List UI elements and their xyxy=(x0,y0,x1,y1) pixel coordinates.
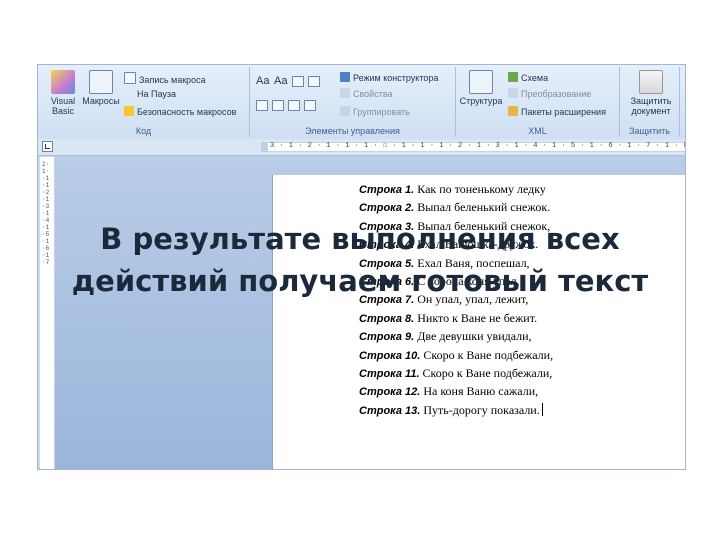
warning-icon xyxy=(124,106,134,116)
line-label: Строка 1. xyxy=(359,184,415,196)
design-mode-button[interactable]: Режим конструктора xyxy=(340,72,438,85)
line-label: Строка 12. xyxy=(359,386,421,399)
rich-text-control-button[interactable]: Aa xyxy=(256,75,269,88)
legacy-tools-icon[interactable] xyxy=(304,100,316,111)
ruler-bar: 3 · 1 · 2 · 1 · 1 · 1 · ☐ · 1 · 1 · 1 · … xyxy=(38,139,685,156)
record-macro-icon xyxy=(124,72,136,84)
expansion-packs-icon xyxy=(508,106,518,116)
vertical-ruler[interactable]: 2·1··1·1·2·1·3·1·4·1·5·1·6·1·7 xyxy=(40,157,55,469)
document-line: Строка 8. Никто к Ване не бежит. xyxy=(359,310,553,328)
document-line: Строка 11. Скоро к Ване подбежали, xyxy=(359,365,553,383)
ribbon-group-controls: Aa Aa Режим конструктора Свойства Группи… xyxy=(250,67,456,137)
line-label: Строка 8. xyxy=(359,312,415,325)
ribbon-group-code: Visual Basic Макросы Запись макроса На П… xyxy=(38,67,250,137)
line-text: Никто к Ване не бежит. xyxy=(414,310,538,325)
line-label: Строка 11. xyxy=(359,368,420,381)
properties-icon xyxy=(340,88,350,98)
group-button[interactable]: Группировать xyxy=(340,106,410,119)
text-cursor xyxy=(541,402,543,416)
visual-basic-icon xyxy=(51,70,75,94)
building-block-icon[interactable] xyxy=(308,76,320,87)
pause-icon xyxy=(124,88,134,98)
lock-icon xyxy=(639,70,663,94)
ribbon-group-xml: Структура Схема Преобразование Пакеты ра… xyxy=(456,67,620,137)
date-picker-icon[interactable] xyxy=(288,100,300,111)
line-label: Строка 13. xyxy=(359,404,421,417)
picture-control-icon[interactable] xyxy=(292,76,304,87)
structure-icon xyxy=(469,70,493,94)
line-label: Строка 10. xyxy=(359,349,421,362)
schema-icon xyxy=(508,72,518,82)
horizontal-ruler-marks: 3 · 1 · 2 · 1 · 1 · 1 · ☐ · 1 · 1 · 1 · … xyxy=(270,142,685,150)
group-title-protect: Защитить xyxy=(629,126,670,136)
document-line: Строка 12. На коня Ваню сажали, xyxy=(359,383,553,401)
group-title-xml: XML xyxy=(528,126,547,136)
macros-icon xyxy=(89,70,113,94)
line-label: Строка 2. xyxy=(359,202,415,215)
slide-title-line-2: действий получаем готовый текст xyxy=(71,264,649,298)
combo-box-icon[interactable] xyxy=(256,100,268,111)
slide-title-line-1: В результате выполнения всех xyxy=(100,222,620,256)
slide-title: В результате выполнения всех действий по… xyxy=(40,218,680,302)
properties-button[interactable]: Свойства xyxy=(340,88,393,101)
schema-button[interactable]: Схема xyxy=(508,72,548,85)
protect-document-button[interactable]: Защитить документ xyxy=(626,70,676,116)
document-line: Строка 13. Путь-дорогу показали. xyxy=(359,402,553,420)
pause-button[interactable]: На Пауза xyxy=(124,88,176,101)
group-title-code: Код xyxy=(135,126,152,136)
transform-button[interactable]: Преобразование xyxy=(508,88,591,101)
line-text: Скоро к Ване подбежали, xyxy=(419,366,553,381)
ribbon-group-protect: Защитить документ Защитить xyxy=(620,67,680,137)
expansion-packs-button[interactable]: Пакеты расширения xyxy=(508,106,606,119)
document-line: Строка 2. Выпал беленький снежок. xyxy=(359,199,553,217)
line-text: Как по тоненькому ледку xyxy=(414,182,546,196)
macro-security-button[interactable]: Безопасность макросов xyxy=(124,106,236,119)
transform-icon xyxy=(508,88,518,98)
structure-button[interactable]: Структура xyxy=(458,70,504,106)
visual-basic-button[interactable]: Visual Basic xyxy=(42,70,84,116)
line-text: На коня Ваню сажали, xyxy=(420,384,539,399)
line-text: Выпал беленький снежок. xyxy=(414,200,551,215)
macros-button[interactable]: Макросы xyxy=(80,70,122,106)
line-text: Путь-дорогу показали. xyxy=(420,402,540,417)
line-text: Две девушки увидали, xyxy=(414,329,532,344)
design-mode-icon xyxy=(340,72,350,82)
line-text: Скоро к Ване подбежали, xyxy=(420,347,554,362)
document-line: Строка 9. Две девушки увидали, xyxy=(359,328,553,346)
document-line: Строка 10. Скоро к Ване подбежали, xyxy=(359,347,553,365)
line-label: Строка 9. xyxy=(359,331,415,344)
ribbon: Visual Basic Макросы Запись макроса На П… xyxy=(38,65,685,140)
plain-text-control-button[interactable]: Aa xyxy=(274,75,287,88)
record-macro-button[interactable]: Запись макроса xyxy=(124,72,206,85)
group-icon xyxy=(340,106,350,116)
document-line: Строка 1. Как по тоненькому ледку xyxy=(359,181,553,199)
tab-selector-icon[interactable] xyxy=(42,141,53,152)
group-title-controls: Элементы управления xyxy=(305,126,400,136)
dropdown-list-icon[interactable] xyxy=(272,100,284,111)
